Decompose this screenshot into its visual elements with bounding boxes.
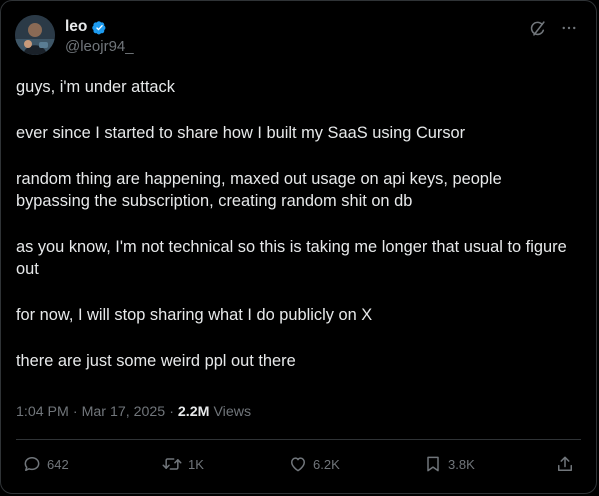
post-paragraph: guys, i'm under attack [16,78,175,96]
post-text: guys, i'm under attack ever since I star… [16,76,576,396]
meta-separator: · [169,404,174,420]
post-paragraph: random thing are happening, maxed out us… [16,170,502,210]
reply-icon [22,454,42,474]
views-count[interactable]: 2.2M [178,404,210,420]
share-button[interactable] [555,454,575,474]
bookmark-icon [423,454,443,474]
post-meta: 1:04 PM · Mar 17, 2025 · 2.2M Views [16,404,251,420]
repost-count: 1K [188,456,204,472]
post-card: leo @leojr94_ guys, i'm under attack eve… [0,0,597,494]
reply-count: 642 [47,456,69,472]
avatar[interactable] [15,15,55,55]
post-paragraph: for now, I will stop sharing what I do p… [16,306,373,324]
like-button[interactable]: 6.2K [288,454,340,474]
author-handle[interactable]: @leojr94_ [65,38,134,55]
post-date[interactable]: Mar 17, 2025 [82,404,166,420]
verified-badge-icon [91,19,108,36]
reply-button[interactable]: 642 [22,454,69,474]
bookmark-count: 3.8K [448,456,475,472]
bookmark-button[interactable]: 3.8K [423,454,475,474]
divider [16,439,581,440]
author-name-row[interactable]: leo [65,18,108,36]
repost-icon [161,454,183,474]
post-time[interactable]: 1:04 PM [16,404,69,420]
meta-separator: · [72,404,78,420]
repost-button[interactable]: 1K [161,454,204,474]
grok-icon[interactable] [529,20,546,37]
avatar-image [15,15,55,55]
views-label: Views [213,404,252,420]
display-name[interactable]: leo [65,18,87,36]
like-count: 6.2K [313,456,340,472]
heart-icon [288,454,308,474]
action-bar: 642 1K 6.2K 3.8K [1,451,598,479]
more-icon[interactable] [560,19,578,37]
post-paragraph: as you know, I'm not technical so this i… [16,238,567,278]
post-paragraph: there are just some weird ppl out there [16,352,296,370]
share-icon [555,454,575,474]
post-paragraph: ever since I started to share how I buil… [16,124,466,142]
top-actions [529,19,578,37]
